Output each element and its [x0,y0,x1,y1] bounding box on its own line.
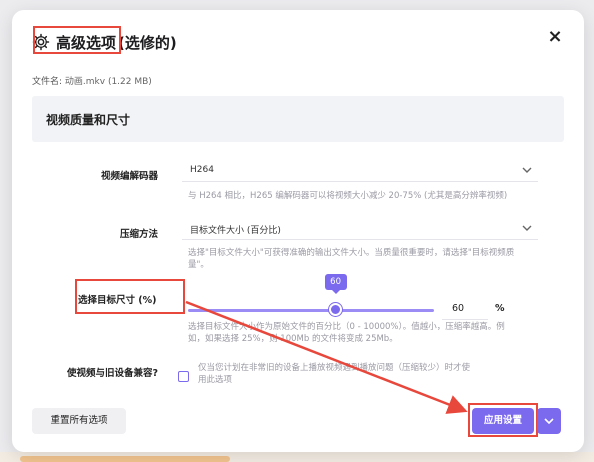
section-header: 视频质量和尺寸 [32,96,564,142]
reset-all-button[interactable]: 重置所有选项 [32,408,126,434]
method-help-line1: 选择"目标文件大小"可获得准确的输出文件大小。当质量很重要时，请选择"目标视频质 [188,248,515,258]
codec-select-value: H264 [190,165,214,175]
file-name: 文件名: 动画.mkv (1.22 MB) [32,74,152,87]
close-button[interactable]: × [546,28,564,46]
title-highlight-box [33,26,121,54]
slider-tooltip-value: 60 [330,277,341,287]
file-name-label: 文件名: [32,77,63,87]
chevron-down-icon [544,418,554,425]
slider-tooltip: 60 [324,274,347,294]
target-label-highlight-box [75,279,185,314]
dialog-title-suffix: (选修的) [118,33,177,52]
codec-select[interactable]: H264 [182,160,538,182]
close-icon: × [547,26,563,47]
background-progress [20,456,230,462]
target-size-input[interactable]: 60 [442,300,488,320]
method-select[interactable]: 目标文件大小 (百分比) [182,218,538,240]
compat-label: 使视频与旧设备兼容? [66,368,158,379]
apply-options-dropdown[interactable] [537,408,561,434]
codec-help: 与 H264 相比，H265 编解码器可以将视频大小减少 20-75% (尤其是… [188,191,508,201]
compat-help-line1: 仅当您计划在非常旧的设备上播放视频遇到播放问题（压缩较少）时才使 [198,363,471,373]
compat-help-line2: 用此选项 [198,375,233,385]
method-select-value: 目标文件大小 (百分比) [190,226,281,236]
method-help-line2: 量"。 [188,260,209,270]
target-size-slider[interactable] [188,309,434,312]
file-name-value: 动画.mkv (1.22 MB) [64,77,152,87]
target-help-line2: 如，如果选择 25%，则 100Mb 的文件将变成 25Mb。 [188,334,398,344]
method-label: 压缩方法 [119,229,158,240]
chevron-down-icon [522,167,532,173]
target-help-line1: 选择目标文件大小作为原始文件的百分比（0 - 10000%）。值越小，压缩率越高… [188,322,505,332]
chevron-down-icon [522,225,532,231]
advanced-options-dialog: 高级选项 (选修的) × 文件名: 动画.mkv (1.22 MB) 视频质量和… [12,10,584,452]
apply-settings-button[interactable]: 应用设置 [472,408,534,434]
codec-label: 视频编解码器 [100,171,158,182]
target-size-unit: % [495,303,505,314]
compat-checkbox[interactable] [178,371,189,382]
section-title: 视频质量和尺寸 [46,113,131,127]
slider-handle[interactable] [329,303,343,316]
